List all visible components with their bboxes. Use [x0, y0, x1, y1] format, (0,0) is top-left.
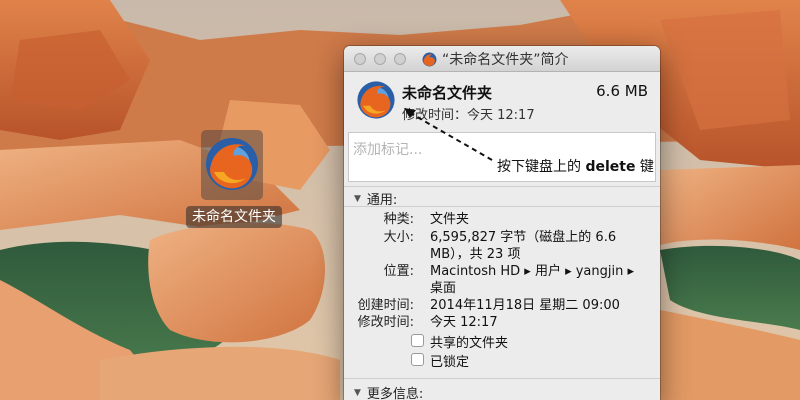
divider: [344, 378, 660, 379]
modified-value: 今天 12:17: [430, 315, 498, 330]
annotation-prefix: 按下键盘上的: [497, 159, 586, 175]
shared-folder-label: 共享的文件夹: [430, 336, 509, 351]
close-button[interactable]: [354, 53, 366, 65]
kind-label: 种类:: [383, 212, 414, 227]
created-value: 2014年11月18日 星期二 09:00: [430, 298, 620, 313]
info-header: 未命名文件夹 6.6 MB 修改时间：今天 12:17: [344, 72, 660, 128]
window-title: “未命名文件夹”简介: [422, 46, 569, 72]
get-info-window: “未命名文件夹”简介 未命名文件夹 6.6 MB 修改时间：今天 12:17 添…: [344, 46, 660, 400]
window-title-text: “未命名文件夹”简介: [442, 52, 569, 68]
window-titlebar[interactable]: “未命名文件夹”简介: [344, 46, 660, 72]
annotation-key: delete: [585, 159, 636, 175]
size-label: 大小:: [383, 230, 414, 245]
zoom-button[interactable]: [394, 53, 406, 65]
modified-label: 修改时间:: [357, 315, 414, 330]
tags-placeholder: 添加标记...: [353, 142, 423, 158]
locked-checkbox[interactable]: [411, 353, 424, 366]
disclosure-triangle-icon: ▼: [354, 193, 361, 204]
locked-label: 已锁定: [430, 355, 470, 370]
annotation-suffix: 键: [635, 159, 654, 175]
where-label: 位置:: [383, 264, 414, 279]
firefox-icon: [206, 138, 258, 190]
divider: [344, 186, 660, 187]
kind-value: 文件夹: [430, 212, 470, 227]
created-label: 创建时间:: [357, 298, 414, 313]
annotation-text: 按下键盘上的 delete 键: [497, 156, 654, 176]
modified-summary: 修改时间：今天 12:17: [402, 108, 535, 123]
minimize-button[interactable]: [374, 53, 386, 65]
where-value-line2: 桌面: [430, 281, 457, 296]
size-value-line2: MB），共 23 项: [430, 247, 521, 262]
desktop-file-icon[interactable]: 未命名文件夹: [186, 130, 282, 228]
divider: [344, 206, 660, 207]
file-name: 未命名文件夹: [402, 84, 493, 102]
file-size: 6.6 MB: [596, 82, 648, 100]
firefox-icon: [422, 52, 437, 66]
more-info-section-toggle[interactable]: ▼ 更多信息:: [354, 383, 423, 400]
size-value-line1: 6,595,827 字节（磁盘上的 6.6: [430, 230, 617, 245]
disclosure-triangle-icon: ▼: [354, 387, 361, 398]
firefox-icon: [357, 81, 395, 119]
where-value-line1: Macintosh HD ▸ 用户 ▸ yangjin ▸: [430, 264, 635, 279]
more-info-section-header: 更多信息:: [366, 387, 424, 400]
shared-folder-checkbox[interactable]: [411, 334, 424, 347]
desktop-file-name: 未命名文件夹: [186, 206, 282, 228]
